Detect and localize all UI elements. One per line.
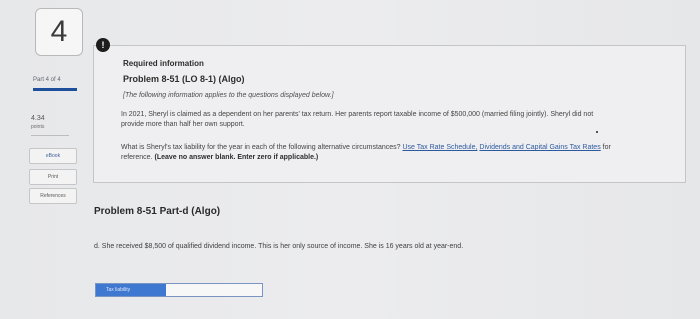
points-value: 4.34 — [31, 115, 45, 122]
problem-body: In 2021, Sheryl is claimed as a dependen… — [121, 111, 594, 128]
ebook-button[interactable]: eBook — [29, 148, 77, 164]
points-label: points — [31, 124, 45, 130]
part-progress-bar — [33, 88, 77, 91]
problem-title: Problem 8-51 (LO 8-1) (Algo) — [123, 74, 245, 84]
page: 4 Part 4 of 4 4.34 points eBook Print Re… — [0, 0, 700, 319]
points-divider — [31, 135, 69, 136]
part-d-text: d. She received $8,500 of qualified divi… — [94, 243, 464, 250]
part-indicator: Part 4 of 4 — [33, 77, 61, 83]
question-prefix: What is Sheryl's tax liability for the y… — [121, 144, 401, 151]
tax-liability-input[interactable] — [166, 284, 262, 296]
problem-question: What is Sheryl's tax liability for the y… — [121, 143, 611, 163]
alert-icon: ! — [96, 38, 110, 52]
references-button[interactable]: References — [29, 188, 77, 204]
tax-liability-row: Tax liability — [95, 283, 263, 297]
tax-rate-schedule-link[interactable]: Use Tax Rate Schedule, — [402, 144, 477, 151]
answer-instruction: (Leave no answer blank. Enter zero if ap… — [154, 154, 319, 161]
part-d-title: Problem 8-51 Part-d (Algo) — [94, 206, 221, 217]
question-number-box: 4 — [35, 8, 83, 56]
dividends-capital-gains-link[interactable]: Dividends and Capital Gains Tax Rates — [479, 144, 600, 151]
required-information-title: Required information — [123, 59, 204, 68]
print-button[interactable]: Print — [29, 169, 77, 185]
mouse-cursor — [596, 131, 598, 133]
applies-note: [The following information applies to th… — [123, 92, 334, 99]
tax-liability-label: Tax liability — [96, 284, 166, 296]
